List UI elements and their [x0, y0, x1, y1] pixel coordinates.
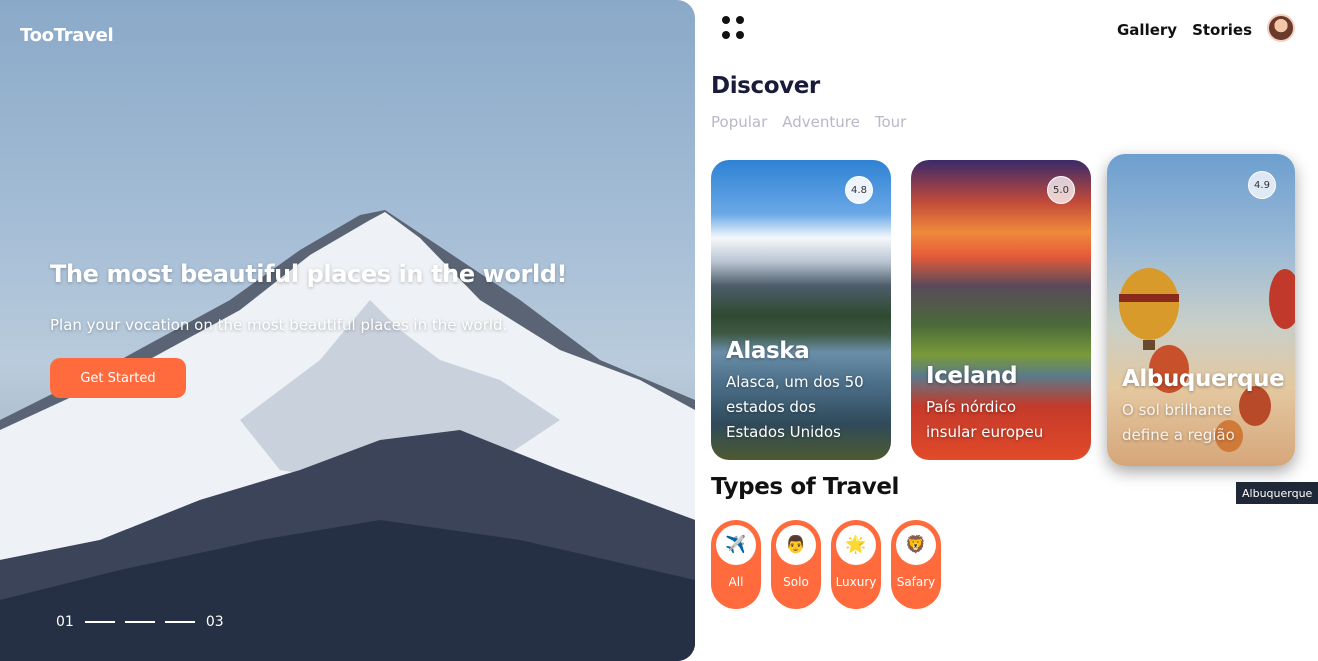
- travel-type-label: Safary: [896, 575, 936, 589]
- brand-logo[interactable]: TooTravel: [20, 25, 114, 46]
- hero-subline: Plan your vocation on the most beautiful…: [50, 316, 508, 334]
- card-description-line: País nórdico: [926, 398, 1017, 416]
- travel-type-luxury[interactable]: 🌟 Luxury: [831, 520, 881, 609]
- rating-badge: 5.0: [1047, 176, 1075, 204]
- card-description-line: insular europeu: [926, 423, 1044, 441]
- get-started-button[interactable]: Get Started: [50, 358, 186, 398]
- card-description-line: O sol brilhante: [1122, 401, 1232, 419]
- tab-adventure[interactable]: Adventure: [782, 113, 860, 131]
- pager-start: 01: [56, 614, 74, 630]
- pager-end: 03: [205, 614, 224, 630]
- card-title: Alaska: [726, 338, 810, 364]
- travel-type-label: All: [728, 575, 744, 589]
- travel-type-label: Luxury: [835, 575, 877, 589]
- card-description-line: Estados Unidos: [726, 423, 841, 441]
- airplane-icon: ✈️: [716, 525, 756, 565]
- card-description-line: estados dos: [726, 398, 816, 416]
- card-title: Iceland: [926, 363, 1018, 389]
- hero-headline: The most beautiful places in the world!: [50, 260, 568, 288]
- discover-title: Discover: [711, 73, 820, 99]
- person-icon: 👨: [776, 525, 816, 565]
- pager-dash-1[interactable]: [84, 621, 115, 623]
- card-title: Albuquerque: [1122, 366, 1285, 392]
- destination-card-iceland[interactable]: 5.0 Iceland País nórdico insular europeu: [911, 160, 1091, 460]
- tab-tour[interactable]: Tour: [875, 113, 906, 131]
- card-description: País nórdico insular europeu: [926, 395, 1043, 445]
- lion-icon: 🦁: [896, 525, 936, 565]
- rating-badge: 4.8: [845, 176, 873, 204]
- travel-type-label: Solo: [783, 575, 809, 589]
- user-avatar[interactable]: [1267, 14, 1295, 42]
- destination-card-albuquerque[interactable]: 4.9 Albuquerque O sol brilhante define a…: [1107, 154, 1295, 466]
- pager-dash-3[interactable]: [164, 621, 195, 623]
- travel-type-solo[interactable]: 👨 Solo: [771, 520, 821, 609]
- discover-tabs: Popular Adventure Tour: [711, 113, 906, 131]
- sun-icon: 🌟: [836, 525, 876, 565]
- slide-pager: 01 03: [50, 614, 230, 630]
- card-description: Alasca, um dos 50 estados dos Estados Un…: [726, 370, 864, 445]
- travel-type-all[interactable]: ✈️ All: [711, 520, 761, 609]
- pager-dash-2[interactable]: [124, 621, 155, 623]
- card-tooltip: Albuquerque: [1236, 482, 1318, 504]
- destination-card-alaska[interactable]: 4.8 Alaska Alasca, um dos 50 estados dos…: [711, 160, 891, 460]
- card-description: O sol brilhante define a região: [1122, 398, 1235, 448]
- menu-dots-icon[interactable]: [722, 16, 746, 40]
- types-of-travel-title: Types of Travel: [711, 474, 900, 500]
- rating-badge: 4.9: [1248, 171, 1276, 199]
- card-description-line: Alasca, um dos 50: [726, 373, 864, 391]
- tab-popular[interactable]: Popular: [711, 113, 767, 131]
- travel-types-list: ✈️ All 👨 Solo 🌟 Luxury 🦁 Safary: [711, 520, 941, 609]
- card-description-line: define a região: [1122, 426, 1235, 444]
- hero-section: TooTravel The most beautiful places in t…: [0, 0, 695, 661]
- top-nav: Gallery Stories: [1117, 21, 1252, 39]
- nav-link-gallery[interactable]: Gallery: [1117, 21, 1177, 39]
- travel-type-safary[interactable]: 🦁 Safary: [891, 520, 941, 609]
- nav-link-stories[interactable]: Stories: [1192, 21, 1252, 39]
